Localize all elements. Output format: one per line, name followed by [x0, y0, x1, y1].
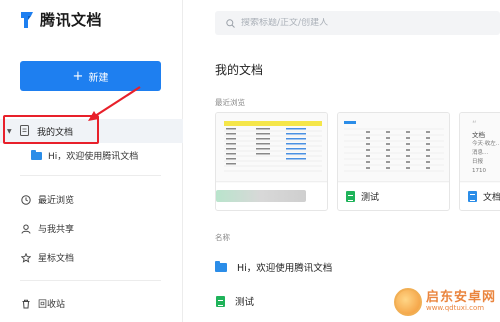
- list-item-name: Hi，欢迎使用腾讯文档: [237, 263, 333, 274]
- watermark-url: www.qdtuxi.com: [425, 304, 485, 313]
- sidebar-item-label: 星标文档: [38, 254, 75, 264]
- preview-line: 日报: [472, 158, 484, 165]
- preview-line: 今天·收左…: [472, 141, 500, 148]
- card-footer: 文档: [460, 181, 500, 210]
- tencent-docs-logo-icon: [21, 11, 33, 28]
- card-thumbnail: [338, 113, 449, 183]
- preview-line: 消息…: [472, 150, 489, 157]
- spreadsheet-preview: [224, 121, 322, 172]
- list-header-name: 名称: [215, 233, 230, 242]
- document-icon: [468, 190, 477, 202]
- sidebar-item-label: 最近浏览: [38, 196, 75, 206]
- new-button-label: 新建: [88, 72, 109, 84]
- preview-line: 1710: [472, 167, 486, 174]
- watermark-logo-icon: [393, 288, 422, 316]
- recent-section-label: 最近浏览: [215, 98, 245, 107]
- recent-card[interactable]: [215, 112, 328, 211]
- sidebar-item-recent[interactable]: 最近浏览: [21, 193, 74, 206]
- recent-card[interactable]: 测试: [337, 112, 450, 211]
- card-title: 文档: [483, 192, 500, 203]
- app-logo[interactable]: 腾讯文档: [20, 9, 102, 30]
- folder-icon: [31, 149, 42, 160]
- sidebar-divider: [20, 175, 161, 176]
- sidebar-item-shared[interactable]: 与我共享: [21, 222, 74, 235]
- plus-icon: +: [72, 68, 84, 84]
- sidebar-divider: [20, 280, 161, 281]
- card-title: 测试: [361, 192, 380, 203]
- blurred-title: [216, 190, 306, 202]
- card-thumbnail: “ 文档 今天·收左… 消息… 日报 1710: [460, 113, 500, 183]
- app-title: 腾讯文档: [40, 11, 103, 29]
- star-icon: [21, 252, 31, 263]
- watermark-brand: 启东安卓网: [425, 290, 496, 305]
- person-icon: [21, 224, 31, 234]
- sidebar-item-label: 与我共享: [38, 225, 75, 235]
- recent-card[interactable]: “ 文档 今天·收左… 消息… 日报 1710 文档: [459, 112, 500, 211]
- sidebar-item-trash[interactable]: 回收站: [21, 297, 65, 310]
- card-footer: [216, 181, 327, 210]
- watermark-text: 启东安卓网 www.qdtuxi.com: [425, 290, 496, 313]
- sidebar-item-label: 回收站: [38, 300, 66, 310]
- new-button[interactable]: + 新建: [20, 61, 161, 91]
- card-thumbnail: [216, 113, 327, 183]
- list-item-name: 测试: [235, 297, 255, 308]
- annotation-highlight-box: [3, 115, 99, 144]
- preview-line: 文档: [472, 131, 485, 139]
- sidebar-subitem-welcome[interactable]: Hi，欢迎使用腾讯文档: [31, 149, 138, 162]
- sidebar-item-starred[interactable]: 星标文档: [21, 251, 74, 264]
- search-input[interactable]: [241, 18, 471, 28]
- page-title: 我的文档: [215, 63, 264, 77]
- spreadsheet-icon: [216, 295, 225, 307]
- spreadsheet-icon: [346, 190, 355, 202]
- search-bar[interactable]: [215, 11, 500, 35]
- search-icon: [226, 18, 235, 28]
- sidebar: 腾讯文档 + 新建 ▼ 我的文档 Hi，欢迎使用腾讯文档 最近浏览 与我共享 星…: [0, 0, 183, 322]
- quote-icon: “: [472, 120, 477, 130]
- card-footer: 测试: [338, 181, 449, 210]
- clock-icon: [21, 194, 31, 205]
- trash-icon: [22, 299, 30, 308]
- watermark: 启东安卓网 www.qdtuxi.com: [393, 288, 496, 316]
- spreadsheet-preview: [344, 121, 444, 172]
- sidebar-subitem-label: Hi，欢迎使用腾讯文档: [48, 152, 139, 162]
- folder-icon: [215, 260, 227, 272]
- list-item[interactable]: Hi，欢迎使用腾讯文档: [215, 254, 500, 280]
